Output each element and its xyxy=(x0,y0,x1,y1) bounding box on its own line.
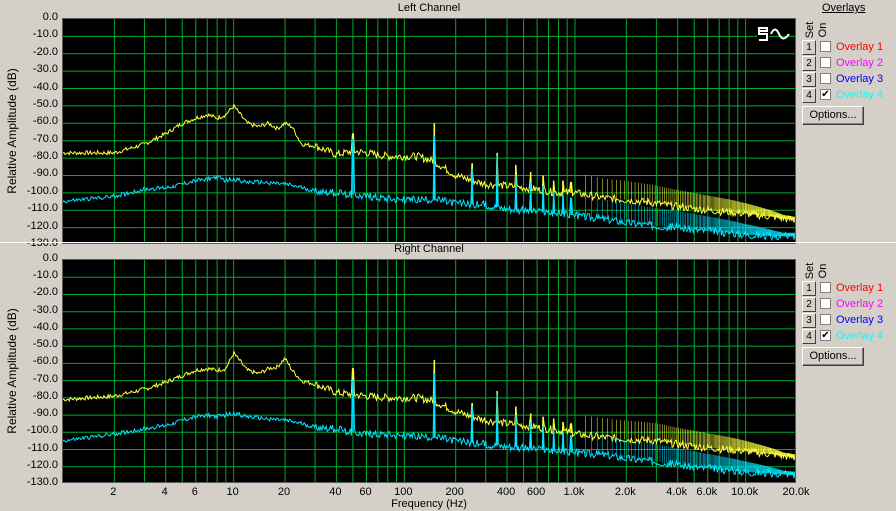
overlays-heading: Overlays xyxy=(822,2,866,14)
left-channel-title: Left Channel xyxy=(397,2,461,14)
left-channel-plot[interactable] xyxy=(62,18,796,244)
y-tick-label: -80.0 xyxy=(32,389,58,402)
left-channel-chart xyxy=(63,19,795,243)
overlay-row-1: 1 Overlay 1 xyxy=(802,281,892,296)
y-tick-label: -60.0 xyxy=(32,355,58,368)
overlay-1-label: Overlay 1 xyxy=(836,41,884,53)
overlay-4-label: Overlay 4 xyxy=(836,89,884,101)
y-tick-label: -70.0 xyxy=(32,132,58,145)
x-tick-label: 200 xyxy=(445,486,464,498)
y-tick-label: 0.0 xyxy=(42,11,58,23)
y-tick-label: 0.0 xyxy=(42,252,58,264)
y-tick-label: -90.0 xyxy=(32,407,58,420)
y-tick-label: -50.0 xyxy=(32,338,58,351)
y-tick-label: -30.0 xyxy=(32,303,58,316)
right-channel-panel: Right Channel Relative Amplitude (dB) Se… xyxy=(0,241,896,488)
overlay-1-label: Overlay 1 xyxy=(836,282,884,294)
right-channel-chart xyxy=(63,260,795,482)
left-channel-panel: Left Channel Relative Amplitude (dB) Ove… xyxy=(0,0,896,249)
x-tick-label: 20 xyxy=(277,486,291,498)
y-tick-label: -70.0 xyxy=(32,372,58,385)
x-tick-label: 100 xyxy=(394,486,413,498)
x-tick-label: 400 xyxy=(496,486,516,498)
options-button[interactable]: Options... xyxy=(802,106,864,125)
y-tick-label: -90.0 xyxy=(32,167,58,180)
x-tick-label: 40 xyxy=(329,486,342,498)
overlay-row-4: 4 ✔ Overlay 4 xyxy=(802,88,892,103)
x-tick-label: 6 xyxy=(191,486,198,498)
overlay-1-checkbox[interactable] xyxy=(820,41,831,52)
y-tick-label: -120.0 xyxy=(26,458,58,471)
y-tick-label: -60.0 xyxy=(32,115,58,128)
overlay-3-label: Overlay 3 xyxy=(836,73,884,85)
series-overlay-3-line xyxy=(63,135,795,242)
x-tick-label: 4 xyxy=(161,486,168,498)
overlay-row-3: 3 Overlay 3 xyxy=(802,313,892,328)
overlay-3-checkbox[interactable] xyxy=(820,73,831,84)
series-overlay-4-line xyxy=(63,103,795,224)
set-overlay-1-button[interactable]: 1 xyxy=(802,40,816,55)
x-tick-label: 20.0k xyxy=(782,486,810,498)
y-tick-label: -10.0 xyxy=(32,28,58,41)
right-channel-title: Right Channel xyxy=(394,243,464,255)
x-tick-label: 60 xyxy=(359,486,372,498)
overlay-row-3: 3 Overlay 3 xyxy=(802,72,892,87)
options-button[interactable]: Options... xyxy=(802,347,864,366)
series-overlay-4-line xyxy=(63,350,795,461)
y-tick-label: -40.0 xyxy=(32,80,58,93)
y-tick-label: -110.0 xyxy=(27,441,58,454)
overlay-4-label: Overlay 4 xyxy=(836,330,884,342)
overlay-4-checkbox[interactable]: ✔ xyxy=(820,89,831,100)
set-overlay-4-button[interactable]: 4 xyxy=(802,88,816,103)
y-tick-label: -30.0 xyxy=(32,63,58,76)
y-tick-label: -120.0 xyxy=(26,219,58,232)
set-overlay-2-button[interactable]: 2 xyxy=(802,297,816,312)
overlay-2-label: Overlay 2 xyxy=(836,57,884,69)
overlay-2-label: Overlay 2 xyxy=(836,298,884,310)
x-tick-label: 2.0k xyxy=(614,486,636,498)
overlay-row-1: 1 Overlay 1 xyxy=(802,40,892,55)
y-tick-label: -20.0 xyxy=(32,286,58,299)
y-tick-label: -10.0 xyxy=(32,269,58,282)
x-tick-label: 6.0k xyxy=(696,486,718,498)
right-overlays-panel: Set On Options... 1 Overlay 1 2 Overlay 23O… xyxy=(800,241,892,381)
x-tick-label: 4.0k xyxy=(666,486,688,498)
set-overlay-3-button[interactable]: 3 xyxy=(802,72,816,87)
x-tick-label: 1.0k xyxy=(563,486,585,498)
set-overlay-3-button[interactable]: 3 xyxy=(802,313,816,328)
left-overlays-panel: Overlays Set On Options... 1 Overlay 1 2 Ov… xyxy=(800,0,892,140)
overlay-4-checkbox[interactable]: ✔ xyxy=(820,330,831,341)
x-tick-label: 2 xyxy=(110,486,117,498)
overlay-3-label: Overlay 3 xyxy=(836,314,884,326)
right-channel-plot[interactable] xyxy=(62,259,796,483)
overlay-2-checkbox[interactable] xyxy=(820,57,831,68)
overlay-row-2: 2 Overlay 2 xyxy=(802,56,892,71)
frequency-axis: 2 4 6 10 20 40 60 100 200 400 600 1.0k 2.0k 4.0k 6.0k 1… xyxy=(0,486,896,511)
overlay-2-checkbox[interactable] xyxy=(820,298,831,309)
x-tick-label: 10 xyxy=(226,486,239,498)
y-tick-label: -50.0 xyxy=(32,97,58,110)
set-overlay-1-button[interactable]: 1 xyxy=(802,281,816,296)
set-overlay-4-button[interactable]: 4 xyxy=(802,329,816,344)
y-tick-label: -110.0 xyxy=(27,202,58,215)
set-overlay-2-button[interactable]: 2 xyxy=(802,56,816,71)
y-tick-label: -100.0 xyxy=(26,184,58,197)
overlay-3-checkbox[interactable] xyxy=(820,314,831,325)
x-tick-label: 600 xyxy=(526,486,546,498)
y-tick-label: -100.0 xyxy=(26,424,58,437)
y-tick-label: -20.0 xyxy=(32,45,58,58)
series-overlay-3-line xyxy=(63,373,795,479)
y-tick-label: -40.0 xyxy=(32,320,58,333)
x-axis-label: Frequency (Hz) xyxy=(391,498,467,510)
overlay-row-2: 2 Overlay 2 xyxy=(802,297,892,312)
overlay-row-4: 4 ✔ Overlay 4 xyxy=(802,329,892,344)
y-tick-label: -80.0 xyxy=(32,150,58,163)
x-tick-label: 10.0k xyxy=(731,486,759,498)
overlay-1-checkbox[interactable] xyxy=(820,282,831,293)
